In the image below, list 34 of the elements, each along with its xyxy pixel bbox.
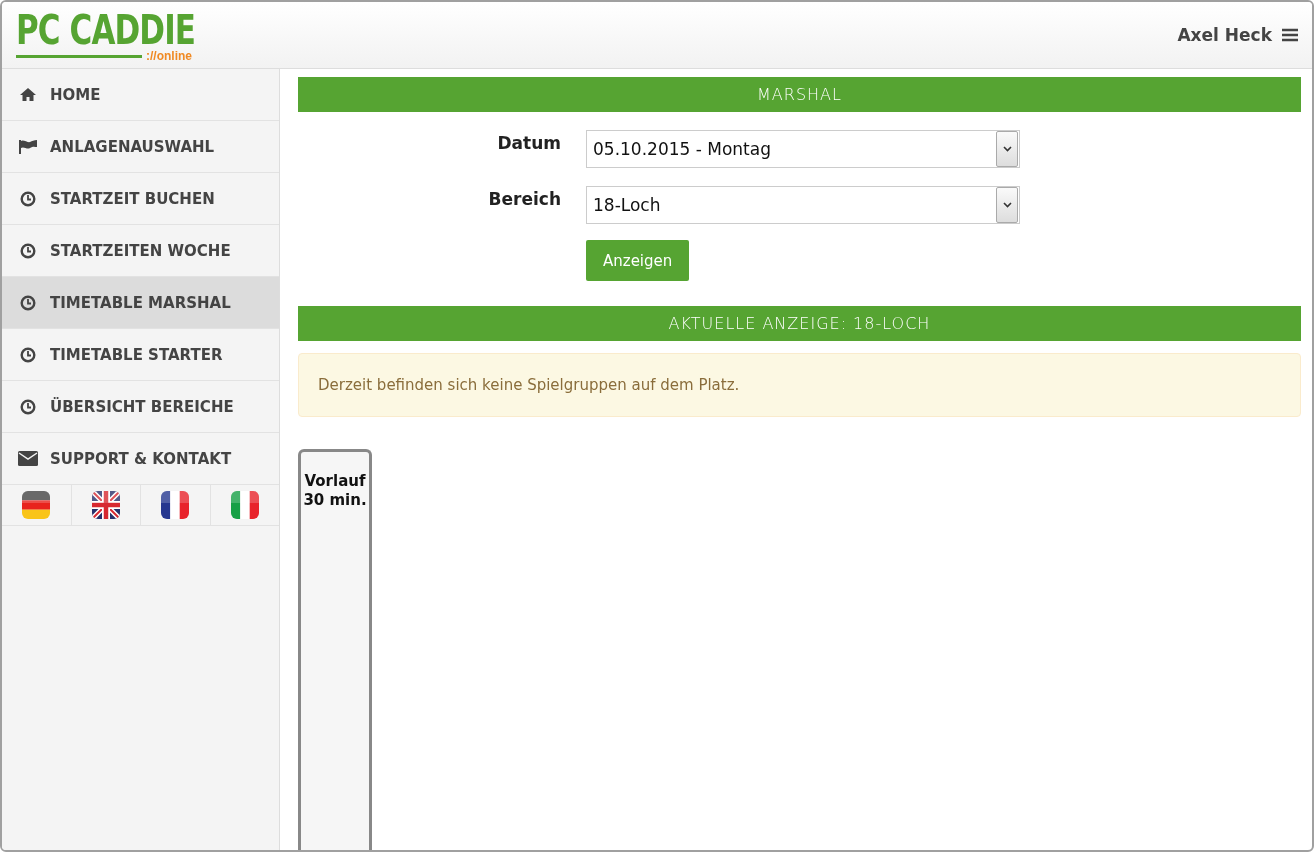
home-icon xyxy=(19,87,37,102)
sidebar-item[interactable]: ANLAGENAUSWAHL xyxy=(2,121,279,173)
sidebar-item[interactable]: ÜBERSICHT BEREICHE xyxy=(2,381,279,433)
dropdown[interactable]: 05.10.2015 - Montag xyxy=(586,130,1020,168)
sidebar-item[interactable]: HOME xyxy=(2,69,279,121)
it-flag-icon[interactable] xyxy=(230,491,259,519)
envelope-icon xyxy=(18,451,38,466)
clock-icon xyxy=(20,242,36,259)
column-label: Vorlauf xyxy=(303,472,367,491)
caret-icon xyxy=(1002,146,1012,152)
dropdown[interactable]: 18-Loch xyxy=(586,186,1020,224)
field-label: Datum xyxy=(496,133,562,153)
clock-icon xyxy=(20,294,36,311)
sidebar-item[interactable]: SUPPORT & KONTAKT xyxy=(2,433,279,485)
clock-icon xyxy=(20,346,36,363)
flag-icon xyxy=(18,139,38,154)
caret-icon xyxy=(1002,202,1012,208)
logo-subtitle: ://online xyxy=(146,49,192,63)
menu-icon[interactable] xyxy=(1282,28,1298,42)
column-label: 30 min. xyxy=(302,491,368,510)
logo-text: PC CADDIE xyxy=(16,11,196,49)
clock-icon xyxy=(20,398,36,415)
fr-flag-icon[interactable] xyxy=(161,491,190,519)
field-label: Bereich xyxy=(487,189,562,209)
gb-flag-icon[interactable] xyxy=(91,491,120,519)
section-header: MARSHAL xyxy=(298,77,1301,112)
sidebar-item[interactable]: STARTZEIT BUCHEN xyxy=(2,173,279,225)
section-header: AKTUELLE ANZEIGE: 18-LOCH xyxy=(298,306,1301,341)
sidebar-item[interactable]: TIMETABLE STARTER xyxy=(2,329,279,381)
sidebar-item[interactable]: TIMETABLE MARSHAL xyxy=(2,277,279,329)
clock-icon xyxy=(20,190,36,207)
de-flag-icon[interactable] xyxy=(22,491,51,519)
info-alert: Derzeit befinden sich keine Spielgruppen auf dem Platz. xyxy=(298,353,1301,417)
user-name[interactable]: Axel Heck xyxy=(1177,25,1272,45)
